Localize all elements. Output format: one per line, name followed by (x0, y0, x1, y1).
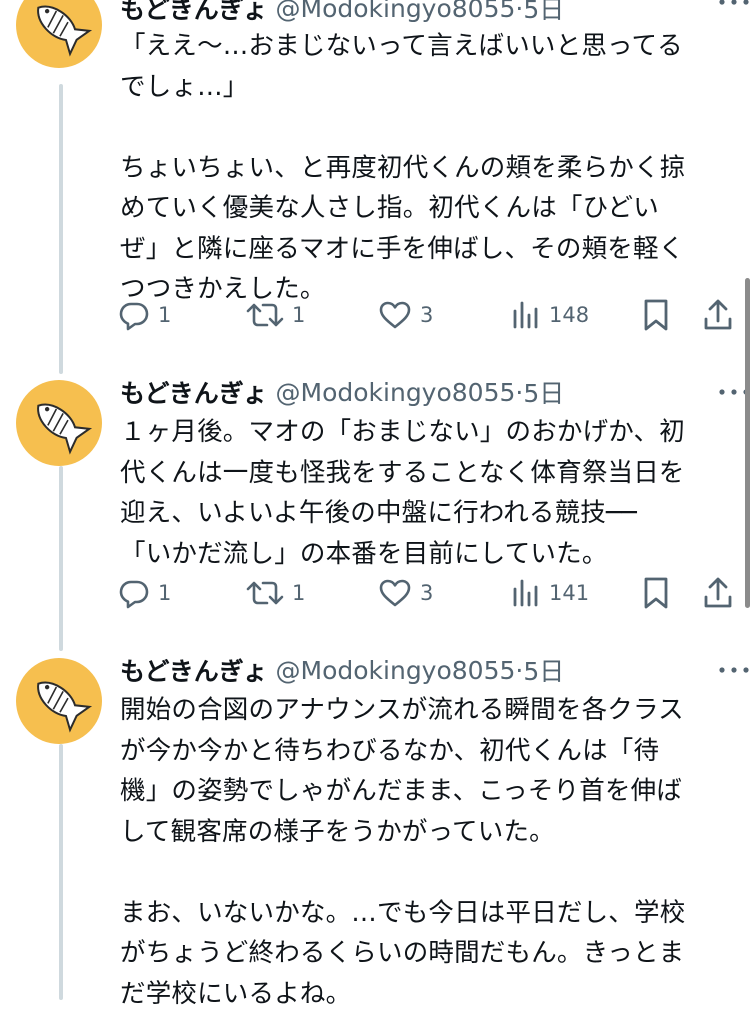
retweet-button[interactable]: 1 (246, 295, 305, 335)
like-count: 3 (420, 581, 434, 605)
views-count: 141 (549, 581, 590, 605)
like-icon (379, 579, 411, 607)
tweet-header: もどきんぎょ @Modokingyo8055 · 5日 (120, 652, 741, 688)
reply-icon (119, 580, 149, 609)
action-bar: 1 1 3 141 (118, 573, 738, 613)
tweet[interactable]: もどきんぎょ @Modokingyo8055 · 5日 開始の合図のアナウンスが… (0, 650, 755, 1009)
views-count: 148 (549, 303, 590, 327)
display-name[interactable]: もどきんぎょ (120, 0, 268, 26)
avatar[interactable] (16, 658, 102, 744)
tweet[interactable]: もどきんぎょ @Modokingyo8055 · 5日 １ヶ月後。マオの「おまじ… (0, 370, 755, 640)
timestamp[interactable]: 5日 (523, 374, 564, 410)
like-button[interactable]: 3 (378, 573, 433, 613)
views-icon (513, 301, 538, 329)
fish-icon (37, 5, 93, 57)
reply-count: 1 (158, 581, 172, 605)
handle[interactable]: @Modokingyo8055 (276, 656, 516, 685)
reply-count: 1 (158, 303, 172, 327)
retweet-icon (246, 303, 284, 327)
timestamp[interactable]: 5日 (523, 652, 564, 688)
retweet-count: 1 (292, 581, 306, 605)
handle[interactable]: @Modokingyo8055 (276, 0, 516, 23)
separator-dot: · (515, 377, 524, 407)
timestamp[interactable]: 5日 (523, 0, 564, 26)
more-icon[interactable] (717, 0, 751, 12)
fish-icon (37, 681, 93, 733)
like-icon (379, 301, 411, 329)
views-button[interactable]: 148 (511, 295, 589, 335)
bookmark-button[interactable] (642, 295, 670, 335)
tweet[interactable]: もどきんぎょ @Modokingyo8055 · 5日 「ええ〜…おまじないって… (0, 0, 755, 352)
tweet-text: 開始の合図のアナウンスが流れる瞬間を各クラス が今か今かと待ちわびるなか、初代く… (120, 695, 686, 1009)
tweet-header: もどきんぎょ @Modokingyo8055 · 5日 (120, 374, 741, 410)
fish-icon (37, 403, 93, 455)
display-name[interactable]: もどきんぎょ (120, 652, 268, 688)
avatar[interactable] (16, 0, 102, 68)
views-icon (513, 579, 538, 607)
share-button[interactable] (702, 573, 734, 613)
tweet-text: １ヶ月後。マオの「おまじない」のおかげか、初 代くんは一度も怪我をすることなく体… (120, 417, 685, 569)
views-button[interactable]: 141 (511, 573, 589, 613)
bookmark-button[interactable] (642, 573, 670, 613)
scrollbar[interactable] (745, 278, 750, 608)
separator-dot: · (515, 655, 524, 685)
reply-icon (119, 302, 149, 331)
like-button[interactable]: 3 (378, 295, 433, 335)
more-icon[interactable] (717, 660, 751, 680)
separator-dot: · (515, 0, 524, 23)
retweet-button[interactable]: 1 (246, 573, 305, 613)
reply-button[interactable]: 1 (118, 295, 171, 335)
tweet-text: 「ええ〜…おまじないって言えばいいと思ってる でしょ…」 ちょいちょい、と再度初… (120, 31, 686, 304)
retweet-count: 1 (292, 303, 306, 327)
share-button[interactable] (702, 295, 734, 335)
like-count: 3 (420, 303, 434, 327)
handle[interactable]: @Modokingyo8055 (276, 378, 516, 407)
tweet-header: もどきんぎょ @Modokingyo8055 · 5日 (120, 0, 741, 26)
avatar[interactable] (16, 380, 102, 466)
reply-button[interactable]: 1 (118, 573, 171, 613)
display-name[interactable]: もどきんぎょ (120, 374, 268, 410)
share-icon (704, 577, 732, 608)
retweet-icon (246, 581, 284, 605)
share-icon (704, 299, 732, 330)
bookmark-icon (644, 299, 668, 331)
bookmark-icon (644, 577, 668, 609)
action-bar: 1 1 3 148 (118, 295, 738, 335)
